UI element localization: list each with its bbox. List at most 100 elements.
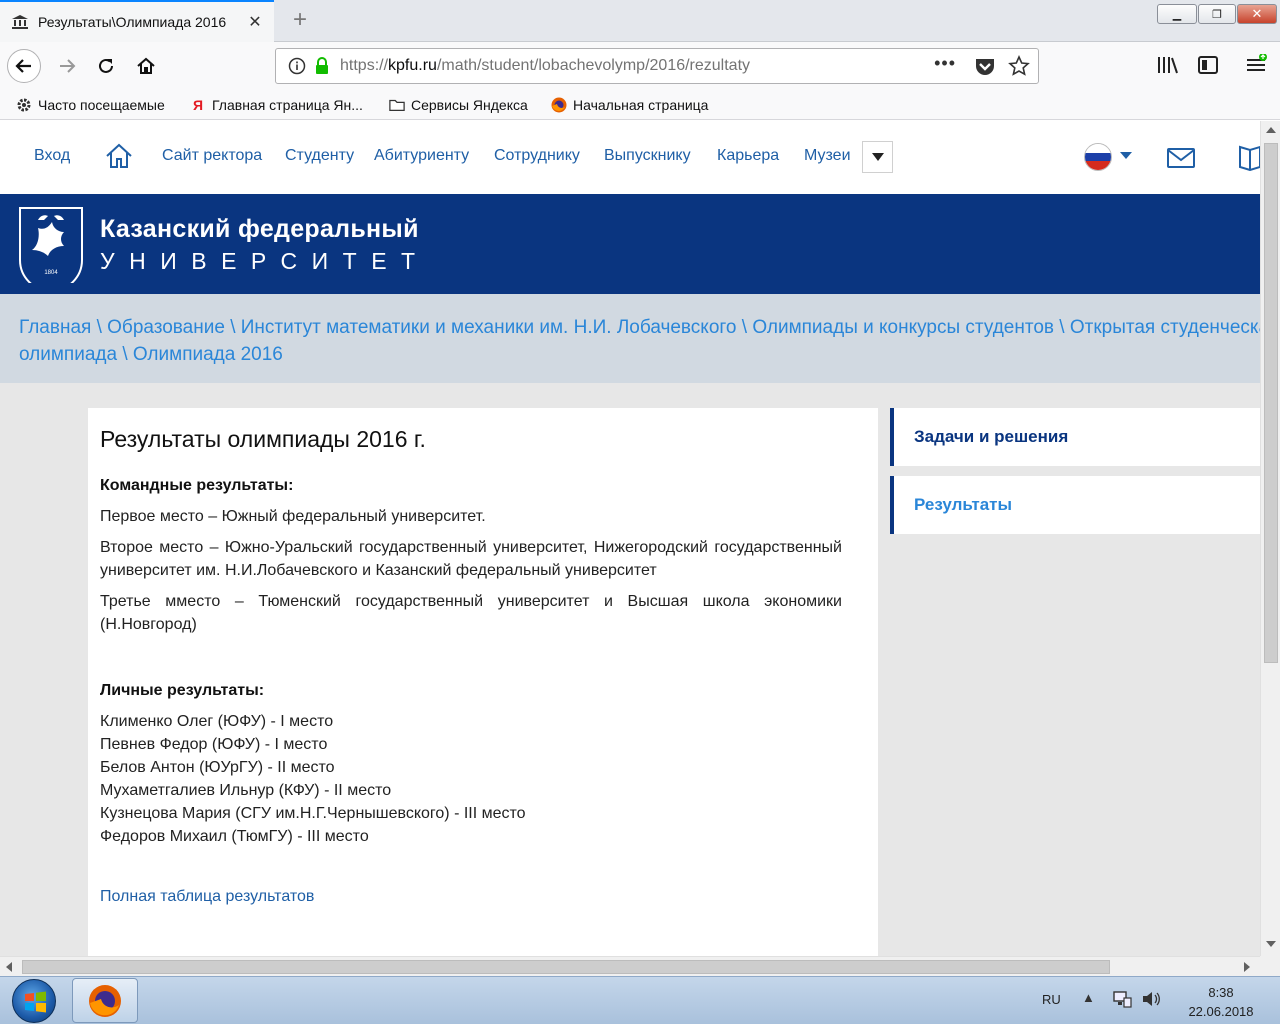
university-favicon-icon bbox=[12, 15, 28, 29]
language-caret-icon[interactable] bbox=[1120, 152, 1132, 159]
university-name-line2: УНИВЕРСИТЕТ bbox=[100, 248, 430, 274]
page-actions-icon[interactable]: ••• bbox=[934, 53, 956, 74]
network-icon[interactable] bbox=[1112, 990, 1132, 1011]
breadcrumb-line-1[interactable]: Главная \ Образование \ Институт математ… bbox=[19, 314, 1260, 341]
team-result-first: Первое место – Южный федеральный универс… bbox=[100, 508, 486, 525]
window-minimize-button[interactable]: ▁ bbox=[1157, 4, 1197, 24]
arrow-left-icon bbox=[15, 59, 31, 73]
firefox-icon bbox=[89, 984, 121, 1017]
bookmark-yandex-services[interactable]: Сервисы Яндекса bbox=[389, 94, 528, 116]
nav-applicant[interactable]: Абитуриенту bbox=[374, 147, 469, 165]
windows-taskbar: RU ▲ 8:38 22.06.2018 bbox=[0, 976, 1280, 1024]
vertical-scroll-thumb[interactable] bbox=[1264, 143, 1278, 663]
reload-button[interactable] bbox=[89, 49, 123, 83]
library-icon[interactable] bbox=[1157, 54, 1179, 81]
university-name-line1: Казанский федеральный bbox=[100, 215, 419, 243]
scroll-corner bbox=[1260, 956, 1280, 976]
sidebar-item-problems-solutions[interactable]: Задачи и решения bbox=[890, 408, 1260, 466]
forward-button[interactable] bbox=[50, 49, 84, 83]
new-tab-icon[interactable]: + bbox=[286, 6, 314, 34]
folder-icon bbox=[389, 97, 405, 113]
main-content: Результаты олимпиады 2016 г. Командные р… bbox=[88, 408, 878, 956]
list-item: Клименко Олег (ЮФУ) - I место bbox=[100, 713, 334, 730]
tray-expand-icon[interactable]: ▲ bbox=[1082, 990, 1095, 1005]
sidebar-icon[interactable] bbox=[1197, 54, 1219, 81]
personal-results-heading: Личные результаты: bbox=[100, 682, 265, 699]
bookmark-yandex-home[interactable]: Я Главная страница Ян... bbox=[190, 94, 363, 116]
caret-down-icon bbox=[871, 153, 884, 161]
list-item: Кузнецова Мария (СГУ им.Н.Г.Чернышевског… bbox=[100, 805, 526, 822]
gear-icon bbox=[16, 97, 32, 113]
list-item: Белов Антон (ЮУрГУ) - II место bbox=[100, 759, 335, 776]
book-icon[interactable] bbox=[1238, 143, 1260, 176]
tab-strip: Результаты\Олимпиада 2016 ✕ + ▁ ❐ ✕ bbox=[0, 0, 1280, 42]
bookmark-start-page[interactable]: Начальная страница bbox=[551, 94, 708, 116]
window-restore-button[interactable]: ❐ bbox=[1198, 4, 1236, 24]
lock-icon[interactable] bbox=[312, 57, 332, 75]
url-host: kpfu.ru bbox=[388, 57, 437, 74]
pocket-icon[interactable] bbox=[974, 57, 996, 82]
list-item: Певнев Федор (ЮФУ) - I место bbox=[100, 736, 328, 753]
clock-date: 22.06.2018 bbox=[1188, 1004, 1254, 1019]
nav-graduate[interactable]: Выпускнику bbox=[604, 147, 691, 165]
team-result-second: Второе место – Южно-Уральский государств… bbox=[100, 539, 842, 579]
url-path: /math/student/lobachevolymp/2016/rezulta… bbox=[436, 57, 751, 74]
window-close-button[interactable]: ✕ bbox=[1237, 4, 1277, 24]
back-button[interactable] bbox=[7, 49, 41, 83]
horizontal-scrollbar[interactable] bbox=[0, 956, 1260, 976]
scroll-up-icon[interactable] bbox=[1266, 127, 1276, 133]
nav-login[interactable]: Вход bbox=[34, 147, 70, 165]
home-icon[interactable] bbox=[105, 142, 133, 175]
scroll-down-icon[interactable] bbox=[1266, 941, 1276, 947]
team-results-heading: Командные результаты: bbox=[100, 477, 294, 494]
nav-rector-site[interactable]: Сайт ректора bbox=[162, 147, 262, 165]
browser-tab-active[interactable]: Результаты\Олимпиада 2016 ✕ bbox=[0, 0, 274, 42]
logo-year: 1804 bbox=[44, 270, 58, 276]
university-banner: 1804 Казанский федеральный УНИВЕРСИТЕТ bbox=[0, 194, 1260, 294]
page-title: Результаты олимпиады 2016 г. bbox=[100, 426, 426, 452]
site-top-navigation: Вход Сайт ректора Студенту Абитуриенту С… bbox=[0, 121, 1260, 194]
sidebar-menu: Задачи и решения Результаты bbox=[890, 408, 1260, 544]
nav-more-dropdown[interactable] bbox=[862, 141, 893, 173]
page-viewport: Вход Сайт ректора Студенту Абитуриенту С… bbox=[0, 121, 1260, 956]
url-scheme: https:// bbox=[340, 57, 389, 74]
vertical-scrollbar[interactable] bbox=[1260, 121, 1280, 956]
nav-museums[interactable]: Музеи bbox=[804, 147, 851, 165]
keyboard-language[interactable]: RU bbox=[1042, 992, 1061, 1007]
info-icon[interactable] bbox=[282, 57, 312, 75]
team-result-third: Третье мместо – Тюменский государственны… bbox=[100, 593, 842, 633]
bookmark-label: Часто посещаемые bbox=[38, 97, 165, 113]
home-button[interactable] bbox=[129, 49, 163, 83]
bookmark-label: Главная страница Ян... bbox=[212, 97, 363, 113]
arrow-right-icon bbox=[60, 59, 76, 73]
clock-time: 8:38 bbox=[1208, 985, 1234, 1000]
nav-career[interactable]: Карьера bbox=[717, 147, 779, 165]
close-tab-icon[interactable]: ✕ bbox=[244, 11, 266, 33]
bookmark-star-icon[interactable] bbox=[1008, 55, 1030, 82]
home-icon bbox=[137, 57, 155, 74]
russian-flag-icon[interactable] bbox=[1084, 143, 1112, 171]
reload-icon bbox=[99, 58, 113, 73]
full-results-table-link[interactable]: Полная таблица результатов bbox=[100, 888, 842, 906]
system-clock[interactable]: 8:38 22.06.2018 bbox=[1176, 983, 1266, 1021]
windows-start-button[interactable] bbox=[12, 979, 56, 1023]
nav-student[interactable]: Студенту bbox=[285, 147, 354, 165]
browser-toolbar: https://kpfu.ru/math/student/lobachevoly… bbox=[0, 42, 1280, 90]
yandex-icon: Я bbox=[192, 97, 204, 113]
breadcrumb: Главная \ Образование \ Институт математ… bbox=[0, 294, 1260, 383]
address-bar[interactable]: https://kpfu.ru/math/student/lobachevoly… bbox=[275, 48, 1039, 84]
bookmark-most-visited[interactable]: Часто посещаемые bbox=[16, 94, 165, 116]
firefox-taskbar-button[interactable] bbox=[72, 978, 138, 1023]
scroll-left-icon[interactable] bbox=[6, 962, 12, 972]
sidebar-item-results[interactable]: Результаты bbox=[890, 476, 1260, 534]
menu-icon[interactable] bbox=[1246, 53, 1268, 81]
horizontal-scroll-thumb[interactable] bbox=[22, 960, 1110, 974]
mail-icon[interactable] bbox=[1167, 148, 1195, 173]
scroll-right-icon[interactable] bbox=[1244, 962, 1250, 972]
nav-employee[interactable]: Сотруднику bbox=[494, 147, 580, 165]
volume-icon[interactable] bbox=[1141, 990, 1161, 1011]
url-text: https://kpfu.ru/math/student/lobachevoly… bbox=[340, 57, 750, 75]
breadcrumb-line-2[interactable]: олимпиада \ Олимпиада 2016 bbox=[19, 341, 1260, 368]
kfu-logo[interactable]: 1804 bbox=[18, 206, 84, 283]
firefox-icon bbox=[551, 97, 567, 113]
